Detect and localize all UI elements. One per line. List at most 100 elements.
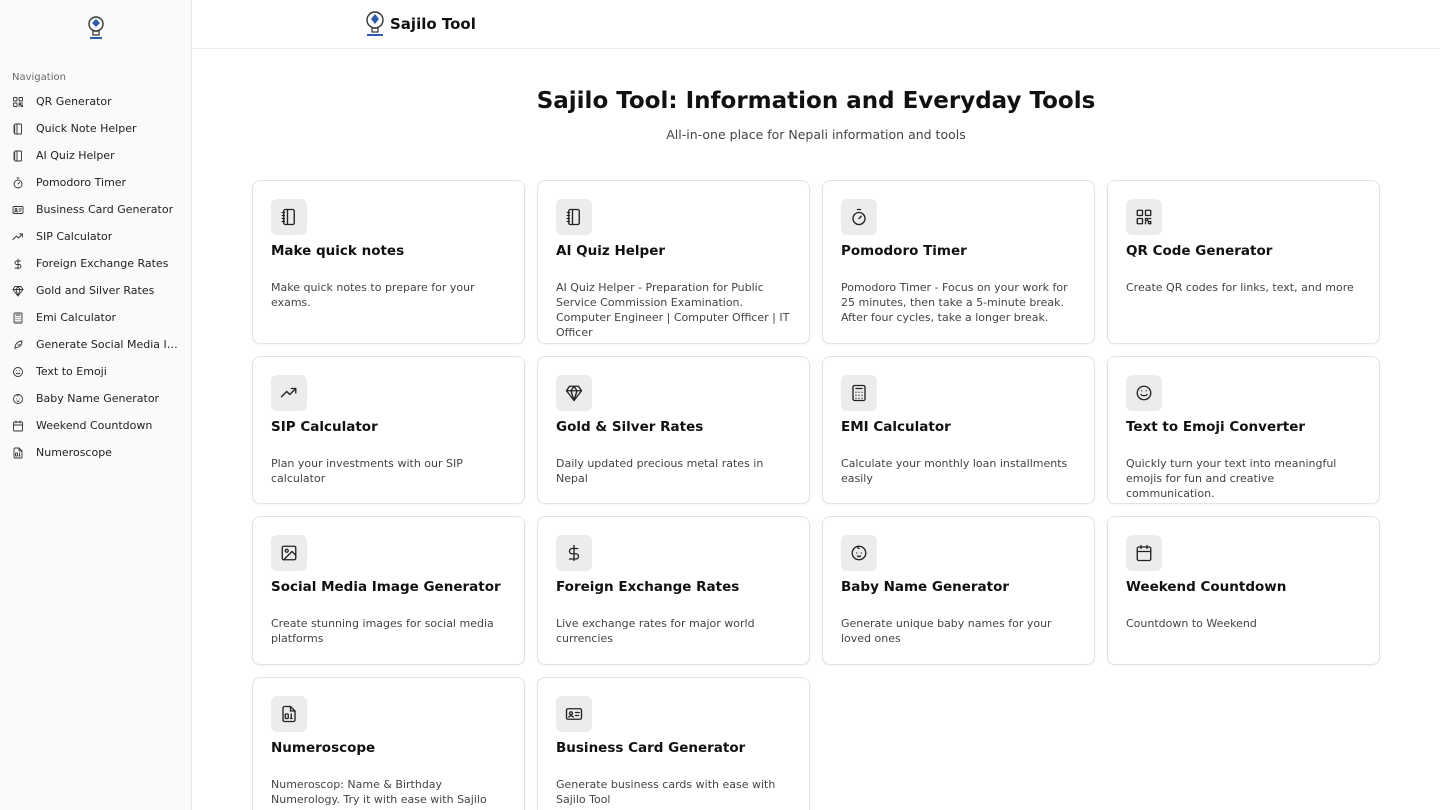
trending-up-icon (12, 231, 24, 243)
sidebar-item-label: Quick Note Helper (36, 122, 137, 135)
tool-card-make-quick-notes[interactable]: Make quick notes Make quick notes to prep… (252, 180, 525, 344)
card-title: Weekend Countdown (1126, 579, 1287, 595)
card-description: Quickly turn your text into meaningful e… (1126, 457, 1337, 500)
sidebar-item-foreign-exchange-rates[interactable]: Foreign Exchange Rates (0, 250, 191, 277)
baby-icon (841, 535, 877, 571)
qr-icon (12, 96, 24, 108)
sidebar-item-pomodoro-timer[interactable]: Pomodoro Timer (0, 169, 191, 196)
tool-card-social-media-image-generator[interactable]: Social Media Image Generator Create stunn… (252, 516, 525, 665)
image-icon (271, 535, 307, 571)
tool-card-emi-calculator[interactable]: EMI Calculator Calculate your monthly loa… (822, 356, 1095, 504)
tool-card-sip-calculator[interactable]: SIP Calculator Plan your investments with… (252, 356, 525, 504)
sidebar-item-weekend-countdown[interactable]: Weekend Countdown (0, 412, 191, 439)
tool-card-foreign-exchange-rates[interactable]: Foreign Exchange Rates Live exchange rate… (537, 516, 810, 665)
sidebar-item-generate-social-media-images[interactable]: Generate Social Media Images (0, 331, 191, 358)
card-description: Create QR codes for links, text, and mor… (1126, 281, 1354, 294)
card-title: Gold & Silver Rates (556, 419, 704, 435)
id-card-icon (556, 696, 592, 732)
calculator-icon (12, 312, 24, 324)
sidebar-item-text-to-emoji[interactable]: Text to Emoji (0, 358, 191, 385)
tool-card-business-card-generator[interactable]: Business Card Generator Generate business… (537, 677, 810, 810)
sidebar-item-sip-calculator[interactable]: SIP Calculator (0, 223, 191, 250)
card-description: Generate unique baby names for your love… (841, 617, 1052, 645)
sidebar-item-label: Pomodoro Timer (36, 176, 127, 189)
card-description: Plan your investments with our SIP calcu… (271, 457, 463, 485)
card-title: Make quick notes (271, 243, 405, 259)
sidebar-item-label: SIP Calculator (36, 230, 113, 243)
sidebar-item-business-card-generator[interactable]: Business Card Generator (0, 196, 191, 223)
tool-card-ai-quiz-helper[interactable]: AI Quiz Helper AI Quiz Helper - Preparati… (537, 180, 810, 344)
card-description: AI Quiz Helper - Preparation for Public … (556, 281, 790, 339)
smile-icon (12, 366, 24, 378)
timer-icon (12, 177, 24, 189)
card-description: Live exchange rates for major world curr… (556, 617, 755, 645)
sidebar-item-label: Text to Emoji (36, 365, 107, 378)
top-bar: Sajilo Tool (192, 0, 1440, 49)
card-title: AI Quiz Helper (556, 243, 666, 259)
page-subtitle: All-in-one place for Nepali information … (666, 127, 966, 142)
dollar-icon (556, 535, 592, 571)
notebook-icon (556, 199, 592, 235)
sidebar-item-label: Weekend Countdown (36, 419, 153, 432)
tool-card-qr-code-generator[interactable]: QR Code Generator Create QR codes for lin… (1107, 180, 1380, 344)
sidebar-item-label: QR Generator (36, 95, 112, 108)
sidebar-item-label: Gold and Silver Rates (36, 284, 155, 297)
brand[interactable]: Sajilo Tool (364, 9, 476, 39)
notebook-icon (271, 199, 307, 235)
sidebar-item-gold-and-silver-rates[interactable]: Gold and Silver Rates (0, 277, 191, 304)
trending-up-icon (271, 375, 307, 411)
tool-card-numeroscope[interactable]: Numeroscope Numeroscop: Name & Birthday N… (252, 677, 525, 810)
sidebar-item-ai-quiz-helper[interactable]: AI Quiz Helper (0, 142, 191, 169)
sidebar: Navigation QR Generator Quick Note Helper… (0, 0, 192, 810)
sidebar-item-baby-name-generator[interactable]: Baby Name Generator (0, 385, 191, 412)
gem-icon (12, 285, 24, 297)
file-digit-icon (271, 696, 307, 732)
card-title: Social Media Image Generator (271, 579, 501, 595)
tool-card-baby-name-generator[interactable]: Baby Name Generator Generate unique baby … (822, 516, 1095, 665)
card-title: Foreign Exchange Rates (556, 579, 740, 595)
brand-name: Sajilo Tool (390, 15, 476, 33)
sidebar-item-label: Foreign Exchange Rates (36, 257, 169, 270)
page-title: Sajilo Tool: Information and Everyday To… (536, 88, 1096, 114)
feather-icon (12, 339, 24, 351)
sidebar-item-emi-calculator[interactable]: Emi Calculator (0, 304, 191, 331)
sidebar-item-label: Baby Name Generator (36, 392, 160, 405)
card-description: Countdown to Weekend (1126, 617, 1257, 630)
card-title: SIP Calculator (271, 419, 378, 435)
sidebar-item-quick-note-helper[interactable]: Quick Note Helper (0, 115, 191, 142)
timer-icon (841, 199, 877, 235)
card-title: Baby Name Generator (841, 579, 1010, 595)
card-description: Generate business cards with ease with S… (556, 778, 776, 806)
card-title: Pomodoro Timer (841, 243, 967, 259)
nav-title: Navigation (12, 72, 66, 83)
gem-icon (556, 375, 592, 411)
card-description: Daily updated precious metal rates in Ne… (556, 457, 764, 485)
sidebar-item-label: Emi Calculator (36, 311, 117, 324)
dollar-icon (12, 258, 24, 270)
notebook-icon (12, 150, 24, 162)
notebook-icon (12, 123, 24, 135)
lightbulb-logo-icon[interactable] (84, 14, 108, 44)
sidebar-nav: QR Generator Quick Note Helper AI Quiz Hel… (0, 88, 191, 466)
sidebar-item-numeroscope[interactable]: Numeroscope (0, 439, 191, 466)
card-description: Make quick notes to prepare for your exa… (271, 281, 475, 309)
lightbulb-logo-icon (366, 11, 384, 36)
card-title: Text to Emoji Converter (1126, 419, 1306, 435)
file-digit-icon (12, 447, 24, 459)
card-description: Calculate your monthly loan installments… (841, 457, 1068, 485)
sidebar-item-label: Business Card Generator (36, 203, 174, 216)
id-card-icon (12, 204, 24, 216)
baby-icon (12, 393, 24, 405)
tool-card-pomodoro-timer[interactable]: Pomodoro Timer Pomodoro Timer - Focus on … (822, 180, 1095, 344)
sidebar-item-label: Numeroscope (36, 446, 112, 459)
tool-card-text-to-emoji-converter[interactable]: Text to Emoji Converter Quickly turn your… (1107, 356, 1380, 504)
sidebar-item-label: Generate Social Media Images (36, 338, 178, 351)
tool-card-gold-silver-rates[interactable]: Gold & Silver Rates Daily updated preciou… (537, 356, 810, 504)
card-title: Business Card Generator (556, 740, 746, 756)
sidebar-item-label: AI Quiz Helper (36, 149, 115, 162)
tool-card-weekend-countdown[interactable]: Weekend Countdown Countdown to Weekend (1107, 516, 1380, 665)
calculator-icon (841, 375, 877, 411)
smile-icon (1126, 375, 1162, 411)
sidebar-item-qr-generator[interactable]: QR Generator (0, 88, 191, 115)
calendar-icon (1126, 535, 1162, 571)
